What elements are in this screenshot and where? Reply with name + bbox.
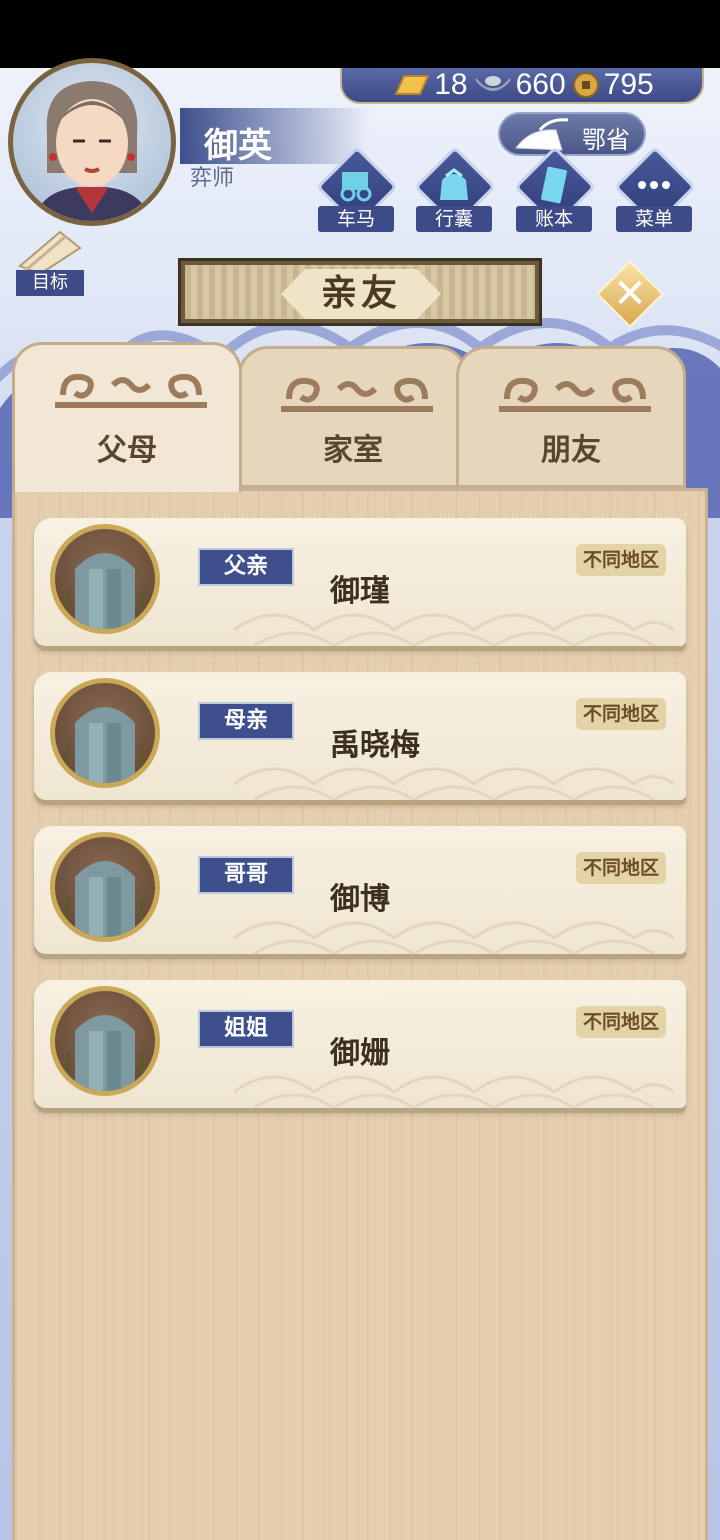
wave-pattern: [234, 767, 674, 800]
relation-label: 母亲: [198, 702, 294, 740]
gold-counter: 18: [390, 68, 468, 102]
ledger-icon: [541, 166, 567, 204]
relation-label: 父亲: [198, 548, 294, 586]
status-badge: 不同地区: [576, 698, 666, 730]
carriage-button[interactable]: 车马: [314, 145, 399, 238]
relative-name: 禹晓梅: [330, 728, 420, 763]
ledger-label: 账本: [516, 206, 592, 232]
player-avatar[interactable]: [8, 58, 176, 226]
iron-icon: [515, 118, 569, 151]
tab-label: 朋友: [541, 433, 601, 468]
wave-pattern: [234, 613, 674, 646]
region-label: 鄂省: [582, 126, 630, 154]
more-label: 菜单: [616, 206, 692, 232]
tab-label: 家室: [323, 433, 383, 468]
ledger-button[interactable]: 账本: [512, 145, 597, 238]
currency-bar: 18 660 795: [340, 68, 704, 104]
carriage-label: 车马: [318, 206, 394, 232]
region-button[interactable]: 鄂省: [498, 112, 646, 156]
banner-pattern: 亲友: [185, 265, 535, 319]
wave-pattern: [234, 921, 674, 954]
close-icon: ✕: [613, 271, 647, 317]
gold-amount: 18: [434, 68, 468, 101]
cloud-swirl-icon: [499, 377, 651, 412]
relative-row[interactable]: 哥哥 御博 不同地区: [34, 826, 686, 954]
status-bar: [0, 0, 720, 68]
relation-label: 哥哥: [198, 856, 294, 894]
bag-button[interactable]: 行囊: [412, 145, 497, 238]
relative-row[interactable]: 姐姐 御姗 不同地区: [34, 980, 686, 1108]
coin-amount: 795: [603, 68, 654, 101]
relative-name: 御瑾: [330, 574, 390, 609]
coin-counter: 795: [572, 68, 654, 102]
carriage-icon: [340, 172, 372, 202]
gold-bar-icon: [394, 75, 430, 95]
cloud-swirl-icon: [55, 373, 207, 408]
cloud-swirl-icon: [281, 377, 433, 412]
player-title: 弈师: [190, 166, 235, 191]
silver-amount: 660: [515, 68, 566, 101]
tombstone-icon: [61, 861, 147, 937]
tombstone-icon: [61, 707, 147, 783]
tombstone-icon: [61, 1015, 147, 1091]
tombstone-portrait: [50, 524, 160, 634]
silver-ingot-icon: [474, 76, 511, 91]
scroll-icon: [18, 230, 82, 276]
dialog-title: 亲友: [320, 273, 401, 314]
goal-label: 目标: [16, 270, 84, 296]
tab-family[interactable]: 家室: [238, 346, 468, 488]
tab-parents[interactable]: 父母: [12, 342, 242, 492]
close-button[interactable]: ✕: [596, 260, 664, 328]
relative-name: 御博: [330, 882, 390, 917]
tombstone-portrait: [50, 832, 160, 942]
tombstone-portrait: [50, 986, 160, 1096]
dialog-title-banner: 亲友: [178, 258, 542, 326]
bag-label: 行囊: [416, 206, 492, 232]
bag-icon: [440, 168, 468, 200]
relative-row[interactable]: 母亲 禹晓梅 不同地区: [34, 672, 686, 800]
status-badge: 不同地区: [576, 544, 666, 576]
tab-label: 父母: [97, 433, 157, 468]
portrait-illustration: [33, 81, 151, 221]
tombstone-icon: [61, 553, 147, 629]
goal-button[interactable]: 目标: [10, 226, 90, 296]
relative-name: 御姗: [330, 1036, 390, 1071]
tab-friends[interactable]: 朋友: [456, 346, 686, 488]
relation-label: 姐姐: [198, 1010, 294, 1048]
tombstone-portrait: [50, 678, 160, 788]
wave-pattern: [234, 1075, 674, 1108]
copper-coin-icon: [572, 72, 599, 98]
relative-row[interactable]: 父亲 御瑾 不同地区: [34, 518, 686, 646]
status-badge: 不同地区: [576, 1006, 666, 1038]
more-menu-button[interactable]: 菜单: [612, 145, 697, 238]
status-badge: 不同地区: [576, 852, 666, 884]
more-icon: [638, 181, 670, 189]
silver-counter: 660: [474, 68, 566, 102]
